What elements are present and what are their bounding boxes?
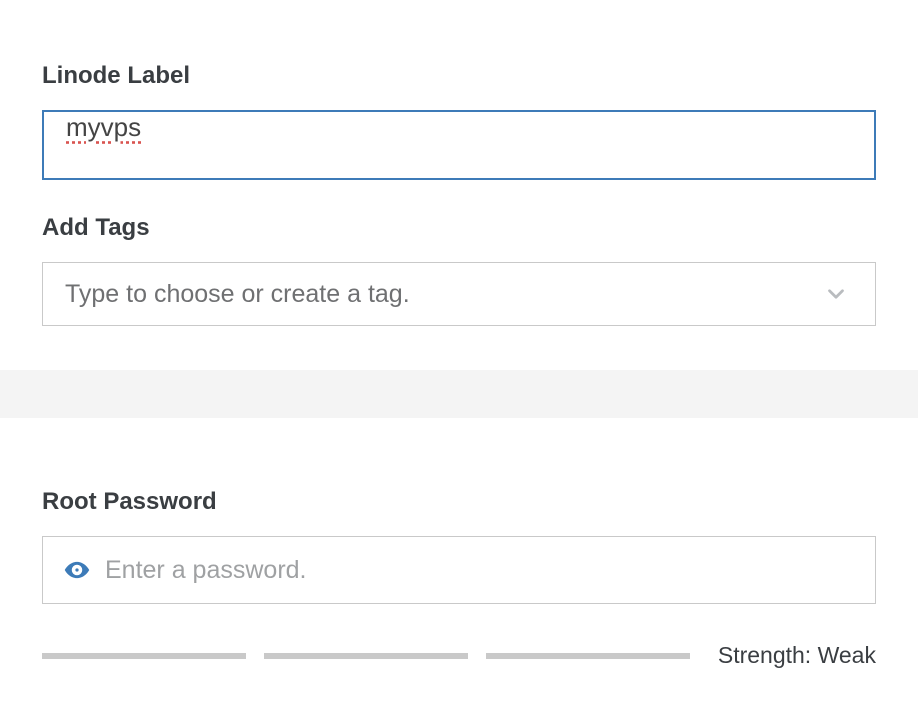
add-tags-select[interactable]: Type to choose or create a tag. [42,262,876,326]
section-divider [0,370,918,418]
strength-bar-3 [486,653,690,659]
linode-label-input[interactable]: myvps [42,110,876,180]
strength-label: Strength: Weak [718,642,876,669]
add-tags-placeholder: Type to choose or create a tag. [65,280,410,309]
strength-bar-1 [42,653,246,659]
linode-label-heading: Linode Label [42,62,876,90]
eye-icon[interactable] [63,556,91,584]
password-strength-meter: Strength: Weak [42,642,876,669]
root-password-input[interactable] [105,556,853,585]
root-password-heading: Root Password [42,488,876,516]
strength-bar-2 [264,653,468,659]
linode-label-value: myvps [66,112,141,142]
add-tags-heading: Add Tags [42,214,876,242]
chevron-down-icon [823,281,849,307]
root-password-field-wrap [42,536,876,604]
